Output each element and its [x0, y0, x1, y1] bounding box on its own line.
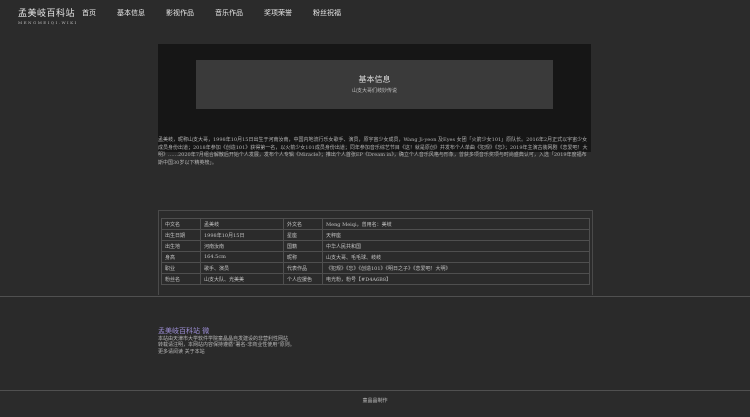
- table-row: 中文名 孟美岐 外文名 Meng Meiqi，曾用名：美岐: [161, 218, 590, 230]
- nav-music-works[interactable]: 音乐作品: [215, 8, 243, 18]
- nav-awards[interactable]: 奖项荣誉: [264, 8, 292, 18]
- logo-title: 孟美岐百科站: [18, 9, 76, 19]
- hero-banner: 基本信息 山支大哥们岐妙传说: [158, 44, 591, 152]
- info-value: 山支大哥、毛毛球、岐岐: [322, 251, 590, 263]
- info-label: 出生日期: [161, 229, 201, 241]
- info-table: 中文名 孟美岐 外文名 Meng Meiqi，曾用名：美岐 出生日期 1998年…: [161, 218, 590, 285]
- info-value: 孟美岐: [200, 218, 284, 230]
- info-label: 外文名: [283, 218, 323, 230]
- nav-fan-wishes[interactable]: 粉丝祝福: [313, 8, 341, 18]
- table-row: 出生地 河南汝南 国籍 中华人民共和国: [161, 240, 590, 252]
- site-logo[interactable]: 孟美岐百科站 MENGMEIQI.WIKI: [18, 6, 78, 25]
- nav-home[interactable]: 首页: [82, 8, 96, 18]
- hero-box: 基本信息 山支大哥们岐妙传说: [196, 60, 553, 109]
- info-panel: 中文名 孟美岐 外文名 Meng Meiqi，曾用名：美岐 出生日期 1998年…: [158, 210, 593, 295]
- info-label: 中文名: [161, 218, 201, 230]
- table-row: 职业 歌手、演员 代表作品 《犯规》《忘》《创造101》《明日之子》《恋爱吧！大…: [161, 262, 590, 274]
- info-label: 出生地: [161, 240, 201, 252]
- nav-film-works[interactable]: 影视作品: [166, 8, 194, 18]
- bottom-credit: 童晶晶制作: [362, 398, 388, 404]
- info-value: 电光粉，粉号【#D4A6B8】: [322, 273, 590, 285]
- logo-subtitle: MENGMEIQI.WIKI: [18, 20, 78, 25]
- info-value: 河南汝南: [200, 240, 284, 252]
- info-value: 《犯规》《忘》《创造101》《明日之子》《恋爱吧！大明》: [322, 262, 590, 274]
- info-value: 山支大队、光美美: [200, 273, 284, 285]
- info-value: 1998年10月15日: [200, 229, 284, 241]
- footer-line: 转载请注明，本网站内容保持遵循“署名-非商业性使用”原则。: [158, 342, 295, 349]
- info-label: 星座: [283, 229, 323, 241]
- info-value: 歌手、演员: [200, 262, 284, 274]
- info-value: 164.5cm: [200, 251, 284, 263]
- table-row: 粉丝名 山支大队、光美美 个人应援色 电光粉，粉号【#D4A6B8】: [161, 273, 590, 285]
- info-value: 中华人民共和国: [322, 240, 590, 252]
- bio-paragraph: 孟美岐，昵称山支大哥，1998年10月15日出生于河南汝南，中国内地流行乐女歌手…: [158, 137, 588, 167]
- hero-title: 基本信息: [358, 75, 391, 84]
- top-nav: 孟美岐百科站 MENGMEIQI.WIKI 首页 基本信息 影视作品 音乐作品 …: [0, 0, 750, 28]
- nav-links: 首页 基本信息 影视作品 音乐作品 奖项荣誉 粉丝祝福: [82, 8, 362, 18]
- info-label: 国籍: [283, 240, 323, 252]
- info-label: 代表作品: [283, 262, 323, 274]
- info-label: 身高: [161, 251, 201, 263]
- info-label: 昵称: [283, 251, 323, 263]
- hero-subtitle: 山支大哥们岐妙传说: [351, 88, 397, 94]
- nav-basic-info[interactable]: 基本信息: [117, 8, 145, 18]
- info-label: 粉丝名: [161, 273, 201, 285]
- table-row: 身高 164.5cm 昵称 山支大哥、毛毛球、岐岐: [161, 251, 590, 263]
- info-value: Meng Meiqi，曾用名：美岐: [322, 218, 590, 230]
- table-row: 出生日期 1998年10月15日 星座 天秤座: [161, 229, 590, 241]
- info-label: 个人应援色: [283, 273, 323, 285]
- footer-title-link[interactable]: 孟美岐百科站 微: [158, 326, 295, 336]
- info-value: 天秤座: [322, 229, 590, 241]
- footer-about-link[interactable]: 更多请阅读 关于本站: [158, 349, 295, 355]
- info-label: 职业: [161, 262, 201, 274]
- footer-content: 孟美岐百科站 微 本站由天津市大学软件学院童晶晶自发建设的非营利性网站 转载请注…: [158, 326, 295, 355]
- site-footer: 孟美岐百科站 微 本站由天津市大学软件学院童晶晶自发建设的非营利性网站 转载请注…: [0, 296, 750, 391]
